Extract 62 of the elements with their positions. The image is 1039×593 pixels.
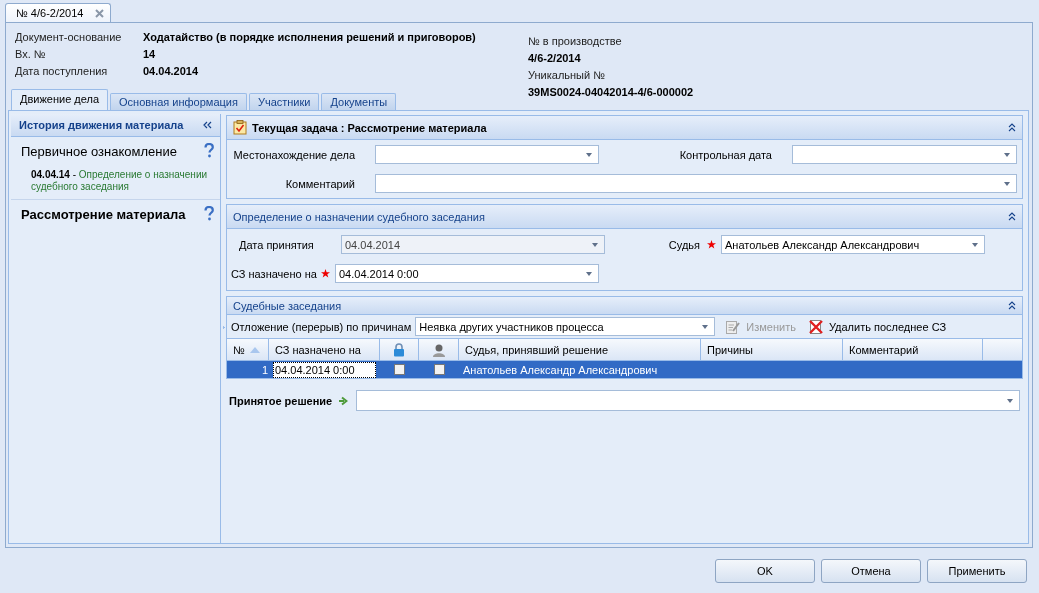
field-label: Дата поступления (15, 65, 109, 77)
tab[interactable]: Документы (321, 93, 397, 110)
document-tab[interactable]: № 4/6-2/2014 (5, 3, 112, 22)
section-title: Текущая задача : Рассмотрение материала (252, 121, 488, 134)
field-label: Дата принятия (238, 238, 315, 251)
collapse-icon[interactable] (1008, 301, 1016, 310)
field-label: Судья (668, 238, 700, 251)
stage-title[interactable]: Первичное ознакомление (21, 144, 177, 159)
field-label: Вх. № (15, 48, 47, 60)
history-entry[interactable]: 04.04.14 - Определение о назначении судебного заседания (31, 169, 214, 193)
collapse-icon[interactable] (202, 121, 212, 129)
field-label: Контрольная дата (678, 148, 772, 161)
arrow-right-icon (338, 395, 349, 406)
help-icon[interactable] (203, 206, 214, 223)
column-header[interactable]: Причины (701, 339, 843, 360)
section-title: Судебные заседания (233, 299, 343, 312)
section-title: Определение о назначении судебного заседания (233, 210, 486, 223)
field-label: Уникальный № (528, 69, 607, 81)
tab[interactable]: Основная информация (110, 93, 247, 110)
column-header[interactable]: СЗ назначено на (269, 339, 380, 360)
field-label: СЗ назначено на (231, 267, 318, 280)
edit-icon (725, 318, 742, 335)
tab[interactable]: Участники (248, 93, 320, 110)
date-input-field[interactable]: 04.04.2014 0:00 (273, 361, 376, 378)
delete-icon (807, 318, 824, 335)
table-cell-text: 1 (260, 363, 269, 376)
sort-ascending-icon (250, 346, 260, 353)
dialog-button[interactable]: Отмена (821, 559, 921, 583)
collapse-icon[interactable] (1008, 123, 1016, 132)
column-header[interactable]: Судья, принявший решение (459, 339, 701, 360)
person-icon (431, 342, 446, 357)
field-label: Документ-основание (15, 31, 123, 43)
reason-dropdown[interactable]: Неявка других участников процесса (415, 317, 716, 336)
field-value: 4/6-2/2014 (528, 52, 582, 64)
checkbox[interactable] (433, 364, 445, 375)
field-value: 39MS0024-04042014-4/6-000002 (528, 86, 695, 98)
column-header[interactable]: № (227, 339, 269, 360)
field-label: Принятое решение (229, 394, 333, 407)
panel-title: История движения материала (19, 119, 184, 131)
column-header[interactable]: Комментарий (843, 339, 983, 360)
table-row[interactable]: 1 04.04.2014 0:00 Анатольев Александр Александрович (227, 361, 1022, 378)
field-value: 14 (143, 48, 157, 60)
clipboard-check-icon (233, 120, 247, 135)
help-icon[interactable] (203, 143, 214, 160)
field-label: Комментарий (284, 177, 355, 190)
lock-icon (393, 342, 405, 357)
dialog-button[interactable]: Применить (927, 559, 1027, 583)
table-cell-text: Анатольев Александр Александрович (462, 363, 659, 376)
field-label: № в производстве (528, 35, 623, 47)
field-value: Ходатайство (в порядке исполнения решений и приговоров) (143, 31, 477, 43)
stage-title[interactable]: Рассмотрение материала (21, 207, 186, 222)
field-label: Отложение (перерыв) по причинам (231, 320, 412, 333)
delete-button[interactable]: Удалить последнее СЗ (805, 318, 949, 335)
close-icon[interactable] (95, 8, 105, 18)
tab[interactable]: Движение дела (11, 89, 108, 110)
dialog-button[interactable]: OK (715, 559, 815, 583)
collapse-icon[interactable] (1008, 212, 1016, 221)
field-value: 04.04.2014 (143, 65, 200, 77)
datetime-picker[interactable]: 04.04.2014 0:00 (335, 264, 599, 283)
judge-dropdown[interactable]: Анатольев Александр Александрович (721, 235, 985, 254)
checkbox[interactable] (394, 364, 405, 375)
field-label: Местонахождение дела (232, 148, 355, 161)
